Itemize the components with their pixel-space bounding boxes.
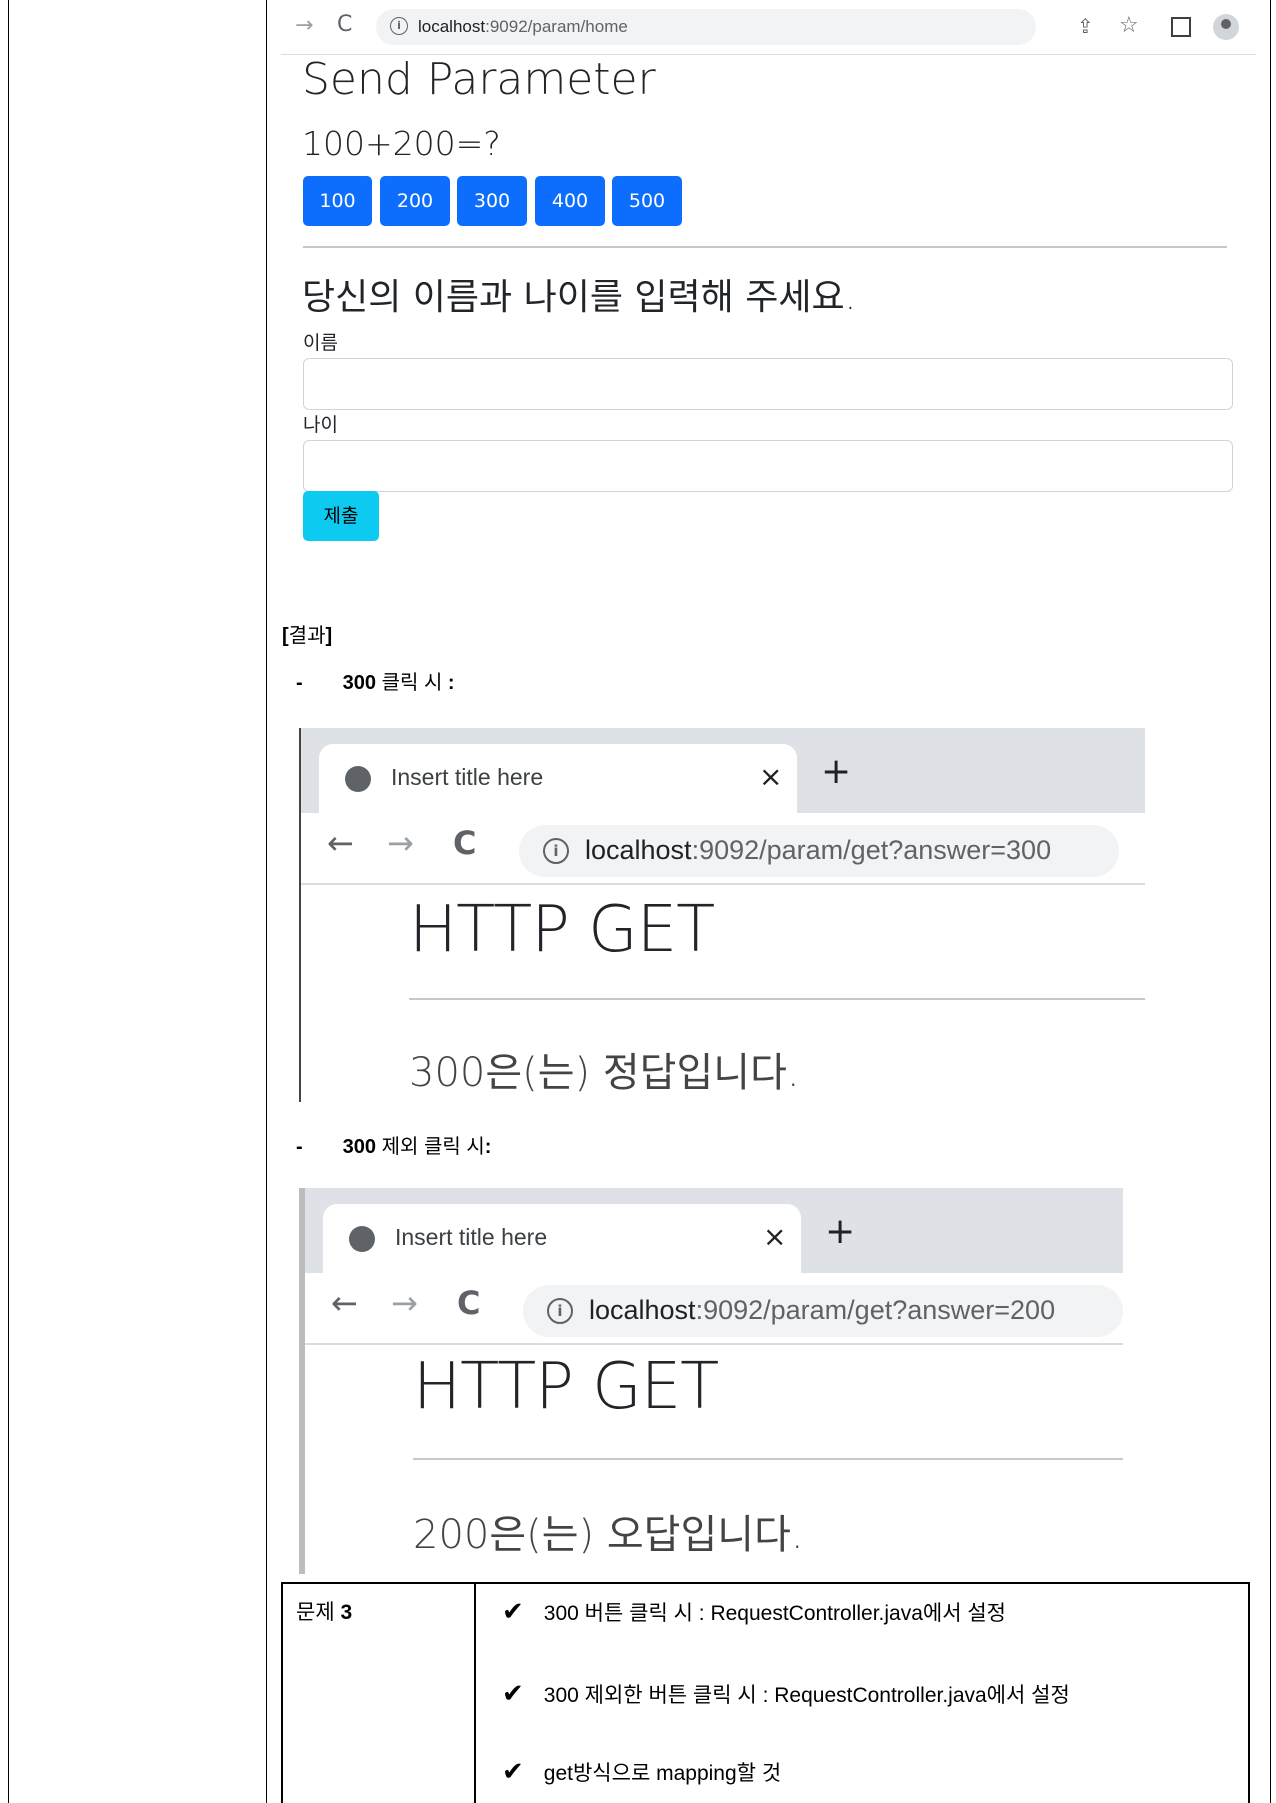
- task-item-2: ✔ 300 제외한 버튼 클릭 시 : RequestController.jav…: [502, 1678, 1070, 1708]
- response-message: 200은(는) 오답입니다.: [413, 1512, 804, 1558]
- answer-button-300[interactable]: 300: [457, 176, 527, 226]
- result-screenshot-correct: Insert title here × + ← → C i localhost:…: [299, 728, 1145, 1102]
- address-bar: i localhost:9092/param/get?answer=200: [523, 1285, 1123, 1337]
- check-icon: ✔: [502, 1756, 524, 1786]
- new-tab-icon: +: [821, 751, 852, 792]
- doc-table-left-border: [8, 0, 9, 1803]
- bookmark-star-icon[interactable]: ☆: [1119, 15, 1139, 37]
- profile-avatar[interactable]: [1213, 14, 1239, 40]
- check-icon: ✔: [502, 1678, 524, 1708]
- age-input[interactable]: [303, 440, 1233, 492]
- response-heading: HTTP GET: [409, 893, 715, 967]
- question-text: 100+200=?: [302, 124, 501, 163]
- task-table-divider: [474, 1582, 476, 1803]
- address-bar[interactable]: i localhost:9092/param/home: [376, 9, 1036, 45]
- globe-icon: [349, 1226, 375, 1252]
- close-icon: ×: [763, 1220, 787, 1253]
- forward-icon[interactable]: →: [295, 15, 313, 37]
- site-info-icon: i: [543, 838, 569, 864]
- tab-title: Insert title here: [395, 1224, 548, 1250]
- close-icon: ×: [759, 760, 783, 793]
- site-info-icon[interactable]: i: [390, 17, 408, 35]
- response-divider: [409, 998, 1145, 1000]
- tab-title: Insert title here: [391, 764, 544, 790]
- result-case-1: -300 클릭 시 :: [296, 672, 455, 694]
- new-tab-icon: +: [825, 1211, 856, 1252]
- answer-button-200[interactable]: 200: [380, 176, 450, 226]
- task-item-1: ✔ 300 버튼 클릭 시 : RequestController.java에서 …: [502, 1596, 1007, 1626]
- doc-table-divider: [266, 0, 267, 1803]
- age-label: 나이: [303, 414, 338, 436]
- forward-icon: →: [391, 1284, 418, 1322]
- globe-icon: [345, 766, 371, 792]
- page-title: Send Parameter: [302, 54, 656, 105]
- task-label: 문제 3: [296, 1601, 353, 1624]
- address-bar-url: localhost:9092/param/get?answer=200: [589, 1295, 1056, 1325]
- result-case-2: -300 제외 클릭 시:: [296, 1136, 492, 1158]
- tab-strip: Insert title here × +: [301, 728, 1145, 820]
- tab-strip: Insert title here × +: [305, 1188, 1123, 1280]
- browser-toolbar: → C i localhost:9092/param/home ⇪ ☆: [281, 0, 1256, 55]
- reload-icon: C: [453, 824, 477, 862]
- site-info-icon: i: [547, 1298, 573, 1324]
- name-input[interactable]: [303, 358, 1233, 410]
- form-prompt: 당신의 이름과 나이를 입력해 주세요.: [302, 277, 857, 318]
- address-bar-url: localhost:9092/param/get?answer=300: [585, 835, 1052, 865]
- task-table-top-border: [281, 1582, 1250, 1584]
- answer-button-500[interactable]: 500: [612, 176, 682, 226]
- response-message: 300은(는) 정답입니다.: [409, 1050, 800, 1096]
- response-divider: [413, 1458, 1123, 1460]
- browser-tab: Insert title here ×: [323, 1204, 801, 1280]
- task-table-left-border: [281, 1582, 283, 1803]
- submit-button[interactable]: 제출: [303, 491, 379, 541]
- answer-button-400[interactable]: 400: [535, 176, 605, 226]
- forward-icon: →: [387, 824, 414, 862]
- task-item-3: ✔ get방식으로 mapping할 것: [502, 1756, 782, 1786]
- task-table-right-border: [1248, 1582, 1250, 1803]
- side-panel-icon[interactable]: [1171, 17, 1191, 37]
- back-icon: ←: [331, 1284, 358, 1322]
- check-icon: ✔: [502, 1596, 524, 1626]
- result-heading: [결과]: [282, 625, 333, 647]
- reload-icon: C: [457, 1284, 481, 1322]
- browser-tab: Insert title here ×: [319, 744, 797, 820]
- answer-button-100[interactable]: 100: [303, 176, 372, 226]
- name-label: 이름: [303, 332, 338, 354]
- reload-icon[interactable]: C: [337, 14, 352, 36]
- nav-row: ← → C i localhost:9092/param/get?answer=…: [301, 813, 1145, 885]
- response-heading: HTTP GET: [413, 1350, 719, 1424]
- address-bar-url: localhost:9092/param/home: [418, 17, 628, 36]
- divider: [303, 246, 1227, 248]
- result-screenshot-wrong: Insert title here × + ← → C i localhost:…: [299, 1188, 1123, 1574]
- back-icon: ←: [327, 824, 354, 862]
- address-bar: i localhost:9092/param/get?answer=300: [519, 825, 1119, 877]
- doc-table-right-border: [1270, 0, 1271, 1803]
- nav-row: ← → C i localhost:9092/param/get?answer=…: [305, 1273, 1123, 1345]
- share-icon[interactable]: ⇪: [1077, 16, 1094, 36]
